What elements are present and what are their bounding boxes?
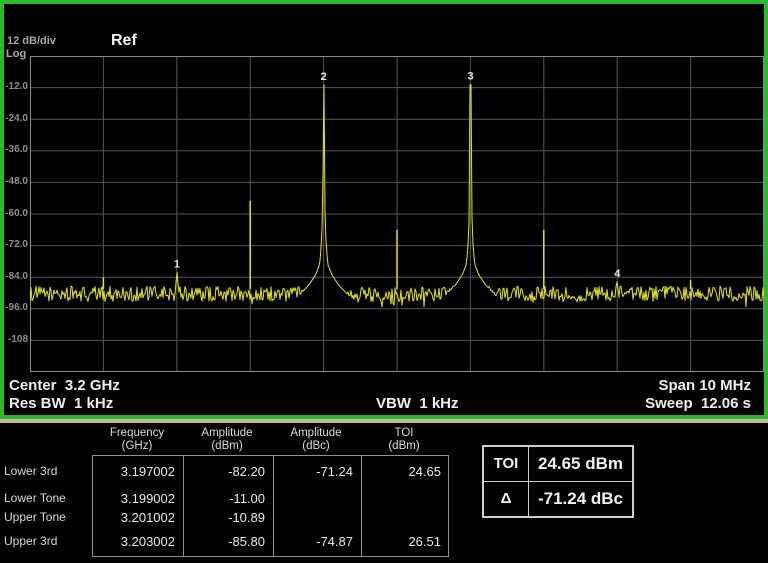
toi-summary-label: TOI [484, 447, 529, 482]
sweep-time-annotation: Sweep 12.06 s [645, 395, 751, 412]
marker-1-label: 1 [174, 259, 180, 271]
header-line2: (dBc) [272, 440, 360, 453]
header-line1: TOI [360, 427, 448, 440]
cell-amp-dbm: -11.00 [182, 491, 265, 506]
delta-summary-label: Δ [484, 482, 529, 517]
cell-amp-dbm: -85.80 [182, 534, 265, 549]
toi-summary-value: 24.65 dBm [529, 447, 632, 482]
y-axis-tick-label: -48.0 [4, 176, 28, 188]
header-line1: Amplitude [272, 427, 360, 440]
column-header-frequency: Frequency (GHz) [92, 427, 182, 453]
cell-freq: 3.199002 [92, 491, 175, 506]
row-label-upper-3rd: Upper 3rd [4, 534, 89, 548]
column-header-amplitude-dbm: Amplitude (dBm) [182, 427, 272, 453]
y-axis-tick-label: -36.0 [4, 144, 28, 156]
cell-freq: 3.197002 [92, 464, 175, 479]
column-header-toi: TOI (dBm) [360, 427, 448, 453]
center-frequency-annotation: Center 3.2 GHz [9, 377, 120, 394]
delta-summary-value: -71.24 dBc [529, 482, 632, 517]
y-axis-tick-label: -84.0 [4, 271, 28, 283]
cell-amp-dbc: -71.24 [272, 464, 353, 479]
y-axis-tick-label: -60.0 [4, 208, 28, 220]
row-label-upper-tone: Upper Tone [4, 510, 89, 524]
vbw-annotation: VBW 1 kHz [376, 395, 459, 412]
spectrum-analyzer-screen: 12 dB/div Log Ref -12.0 -24.0 -36.0 -48.0 -6… [0, 0, 768, 563]
window-separator-bar [0, 419, 768, 423]
row-label-lower-3rd: Lower 3rd [4, 464, 89, 478]
y-axis-tick-label: -108 [4, 334, 28, 346]
log-scale-label: Log [6, 48, 26, 60]
marker-3-label: 3 [467, 71, 473, 83]
ref-level-label: Ref [111, 32, 137, 50]
header-line2: (GHz) [92, 440, 182, 453]
y-axis-tick-label: -12.0 [4, 81, 28, 93]
spectrum-plot: 1 2 3 4 [30, 56, 764, 372]
row-label-lower-tone: Lower Tone [4, 491, 89, 505]
cell-toi: 26.51 [360, 534, 441, 549]
cell-freq: 3.203002 [92, 534, 175, 549]
y-axis-tick-label: -72.0 [4, 239, 28, 251]
y-axis-tick-label: -96.0 [4, 302, 28, 314]
cell-amp-dbc: -74.87 [272, 534, 353, 549]
header-line2: (dBm) [360, 440, 448, 453]
marker-2-label: 2 [321, 71, 327, 83]
header-line2: (dBm) [182, 440, 272, 453]
header-line1: Amplitude [182, 427, 272, 440]
cell-amp-dbm: -82.20 [182, 464, 265, 479]
toi-summary-box: TOI 24.65 dBm Δ -71.24 dBc [482, 445, 634, 518]
span-annotation: Span 10 MHz [658, 377, 751, 394]
marker-4-label: 4 [614, 268, 621, 280]
res-bw-annotation: Res BW 1 kHz [9, 395, 113, 412]
cell-amp-dbm: -10.89 [182, 510, 265, 525]
cell-toi: 24.65 [360, 464, 441, 479]
spectrum-display-window: 12 dB/div Log Ref -12.0 -24.0 -36.0 -48.0 -6… [0, 0, 768, 419]
column-header-amplitude-dbc: Amplitude (dBc) [272, 427, 360, 453]
y-axis-tick-label: -24.0 [4, 113, 28, 125]
cell-freq: 3.201002 [92, 510, 175, 525]
scale-per-div-label: 12 dB/div [7, 35, 56, 47]
header-line1: Frequency [92, 427, 182, 440]
